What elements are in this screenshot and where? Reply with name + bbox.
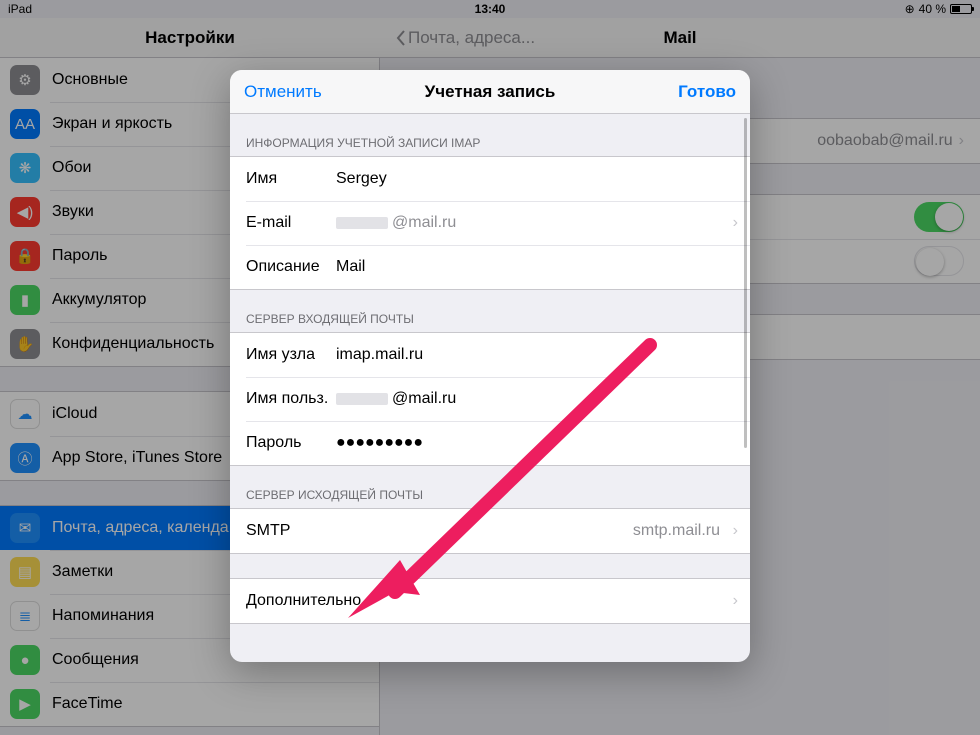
imap-info-group: Имя Sergey E-mail @mail.ru › Описание Ma… [230,156,750,290]
redacted-icon [336,217,388,229]
host-label: Имя узла [246,346,336,364]
chevron-right-icon: › [733,592,738,610]
account-modal: Отменить Учетная запись Готово ИНФОРМАЦИ… [230,70,750,662]
description-value: Mail [336,258,734,276]
redacted-icon [336,393,388,405]
modal-header: Отменить Учетная запись Готово [230,70,750,114]
smtp-row[interactable]: SMTP smtp.mail.ru › [230,509,750,553]
password-value: ●●●●●●●●● [336,434,734,452]
description-row[interactable]: Описание Mail [230,245,750,289]
password-label: Пароль [246,434,336,452]
description-label: Описание [246,258,336,276]
user-row[interactable]: Имя польз. @mail.ru [230,377,750,421]
incoming-group: Имя узла imap.mail.ru Имя польз. @mail.r… [230,332,750,466]
smtp-label: SMTP [246,522,336,540]
section-outgoing: СЕРВЕР ИСХОДЯЩЕЙ ПОЧТЫ [230,466,750,508]
done-button[interactable]: Готово [678,82,736,102]
modal-scrollbar[interactable] [744,118,747,448]
chevron-right-icon: › [733,522,738,540]
smtp-value: smtp.mail.ru [633,522,720,540]
email-value: @mail.ru [336,214,734,232]
section-imap-info: ИНФОРМАЦИЯ УЧЕТНОЙ ЗАПИСИ IMAP [230,114,750,156]
host-row[interactable]: Имя узла imap.mail.ru [230,333,750,377]
name-value: Sergey [336,170,734,188]
password-row[interactable]: Пароль ●●●●●●●●● [230,421,750,465]
name-row[interactable]: Имя Sergey [230,157,750,201]
user-label: Имя польз. [246,390,336,408]
email-label: E-mail [246,214,336,232]
name-label: Имя [246,170,336,188]
chevron-right-icon: › [733,214,738,232]
cancel-button[interactable]: Отменить [244,82,322,102]
host-value: imap.mail.ru [336,346,734,364]
advanced-label: Дополнительно [246,592,734,610]
section-incoming: СЕРВЕР ВХОДЯЩЕЙ ПОЧТЫ [230,290,750,332]
modal-title: Учетная запись [425,82,556,102]
outgoing-group: SMTP smtp.mail.ru › [230,508,750,554]
email-row[interactable]: E-mail @mail.ru › [230,201,750,245]
user-value: @mail.ru [336,390,734,408]
advanced-row[interactable]: Дополнительно › [230,579,750,623]
advanced-group: Дополнительно › [230,578,750,624]
